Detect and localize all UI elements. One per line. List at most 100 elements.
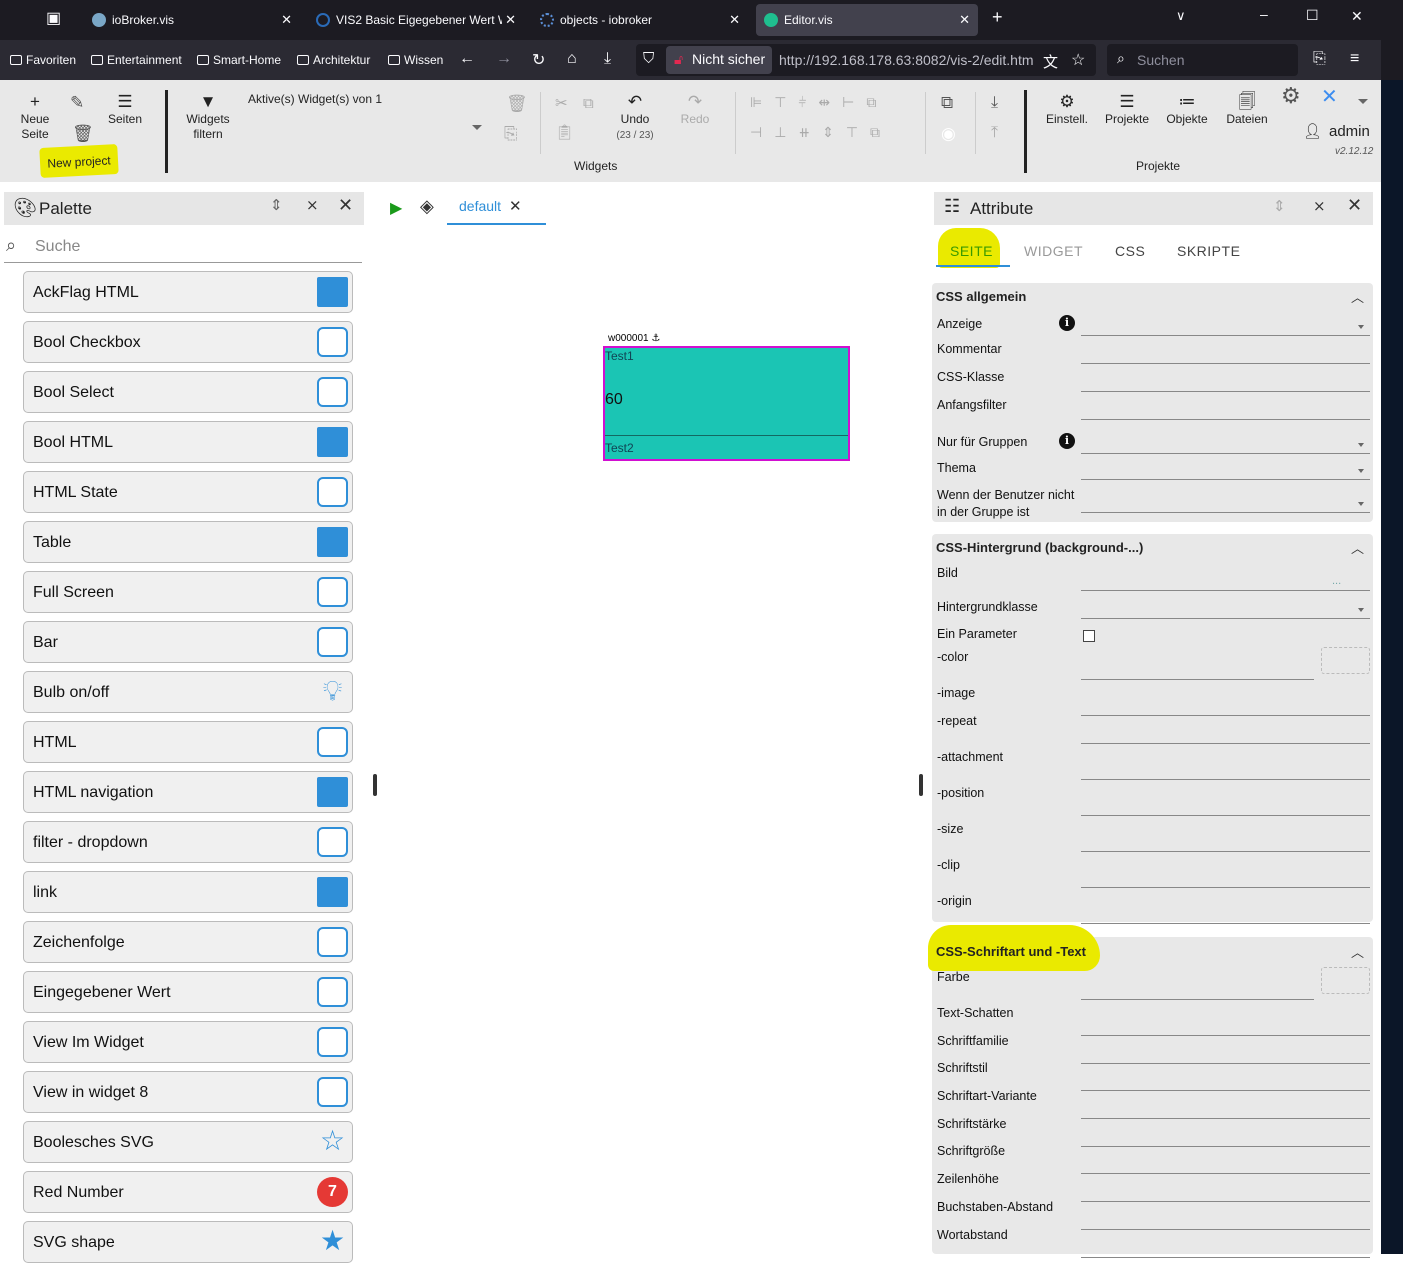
- field-input[interactable]: [1081, 1229, 1370, 1230]
- settings-button[interactable]: ⚙ Einstell.: [1042, 92, 1092, 127]
- expand-all-icon[interactable]: ⇕: [270, 196, 283, 214]
- user-name[interactable]: admin: [1329, 124, 1370, 139]
- close-tab-icon[interactable]: ✕: [505, 12, 516, 28]
- download-icon[interactable]: ⤓: [604, 50, 611, 68]
- bookmark[interactable]: Favoriten: [10, 53, 76, 67]
- field-input[interactable]: [1081, 1063, 1370, 1064]
- security-indicator[interactable]: 🔓︎ Nicht sicher: [666, 46, 772, 74]
- info-icon[interactable]: i: [1059, 433, 1075, 449]
- new-page-button[interactable]: + Neue Seite: [18, 92, 52, 142]
- browser-search-input[interactable]: ⌕ Suchen: [1107, 44, 1298, 76]
- dropdown-caret-icon[interactable]: [1358, 502, 1364, 506]
- dropdown-caret-icon[interactable]: [1358, 443, 1364, 447]
- tab-seite[interactable]: SEITE: [950, 243, 993, 259]
- palette-item[interactable]: Full Screen: [23, 571, 353, 613]
- palette-item[interactable]: Eingegebener Wert: [23, 971, 353, 1013]
- projects-button[interactable]: ☰ Projekte: [1101, 92, 1153, 127]
- close-tab-icon[interactable]: ✕: [729, 12, 740, 28]
- field-input[interactable]: [1081, 419, 1370, 420]
- browser-tab[interactable]: VIS2 Basic Eigegebener Wert W ✕: [308, 4, 524, 36]
- bookmark[interactable]: Architektur: [297, 53, 370, 67]
- field-input[interactable]: [1081, 743, 1370, 744]
- dropdown-caret-icon[interactable]: [1358, 608, 1364, 612]
- palette-item[interactable]: AckFlag HTML: [23, 271, 353, 313]
- new-tab-icon[interactable]: +: [992, 7, 1003, 28]
- window-close-icon[interactable]: ✕: [1351, 8, 1363, 25]
- collapse-section-icon[interactable]: ︿: [1351, 287, 1364, 306]
- objects-button[interactable]: ≔ Objekte: [1162, 92, 1212, 127]
- bookmark-star-icon[interactable]: ☆: [1071, 50, 1085, 70]
- field-input[interactable]: [1081, 363, 1370, 364]
- close-palette-icon[interactable]: ✕: [338, 195, 353, 216]
- field-input[interactable]: [1081, 887, 1370, 888]
- browser-tab-active[interactable]: Editor.vis ✕: [756, 4, 978, 36]
- edit-pencil-icon[interactable]: ✎: [70, 94, 84, 111]
- bookmark[interactable]: Wissen: [388, 53, 443, 67]
- new-project-label[interactable]: New project: [39, 143, 119, 179]
- close-editor-icon[interactable]: ✕: [1321, 87, 1338, 107]
- palette-item[interactable]: Bool Checkbox: [23, 321, 353, 363]
- more-dropdown[interactable]: [1358, 99, 1368, 104]
- field-input[interactable]: [1081, 590, 1370, 591]
- palette-search-input[interactable]: ⌕ Suche: [4, 232, 362, 263]
- back-icon[interactable]: ←: [459, 50, 475, 68]
- preview-eye-icon[interactable]: ◉: [941, 125, 956, 142]
- bookmark[interactable]: Smart-Home: [197, 53, 281, 67]
- field-input[interactable]: [1081, 999, 1314, 1000]
- palette-item[interactable]: HTML navigation: [23, 771, 353, 813]
- browse-button[interactable]: ...: [1332, 575, 1341, 587]
- field-input[interactable]: [1081, 1257, 1370, 1258]
- maximize-icon[interactable]: ☐: [1306, 7, 1319, 24]
- field-input[interactable]: [1081, 923, 1370, 924]
- extensions-icon[interactable]: ⎘: [1313, 50, 1326, 68]
- delete-widget-icon[interactable]: 🗑︎: [506, 95, 528, 112]
- files-button[interactable]: 🗐︎ Dateien: [1222, 92, 1272, 127]
- splitter-handle[interactable]: [919, 774, 923, 796]
- copy-widget-icon[interactable]: ⎘: [504, 125, 518, 142]
- close-tab-icon[interactable]: ✕: [281, 12, 292, 28]
- palette-item[interactable]: HTML State: [23, 471, 353, 513]
- pages-button[interactable]: ☰ Seiten: [104, 92, 146, 127]
- copy-icon[interactable]: ⧉: [583, 96, 594, 111]
- palette-item[interactable]: Red Number 7: [23, 1171, 353, 1213]
- palette-item[interactable]: Bulb on/off 💡︎: [23, 671, 353, 713]
- import-icon[interactable]: ⤓: [991, 95, 998, 111]
- translate-icon[interactable]: 文: [1043, 51, 1058, 72]
- field-input[interactable]: [1081, 1118, 1370, 1119]
- color-swatch[interactable]: [1321, 647, 1370, 674]
- palette-item[interactable]: Zeichenfolge: [23, 921, 353, 963]
- filter-widgets-button[interactable]: ▼ Widgets filtern: [182, 92, 234, 142]
- open-external-icon[interactable]: ⧉: [941, 94, 953, 111]
- palette-item[interactable]: SVG shape ★: [23, 1221, 353, 1263]
- layers-icon[interactable]: ◈: [420, 196, 434, 217]
- shield-icon[interactable]: ⛉: [643, 50, 654, 67]
- expand-all-icon[interactable]: ⇕: [1273, 197, 1286, 215]
- field-input[interactable]: [1081, 1090, 1370, 1091]
- tab-skripte[interactable]: SKRIPTE: [1177, 243, 1240, 259]
- palette-item[interactable]: link: [23, 871, 353, 913]
- collapse-all-icon[interactable]: ⨯: [1313, 197, 1326, 215]
- field-input[interactable]: [1081, 1146, 1370, 1147]
- play-icon[interactable]: ▶: [390, 198, 402, 218]
- reload-icon[interactable]: ↻: [532, 50, 545, 70]
- dropdown-caret-icon[interactable]: [1358, 325, 1364, 329]
- field-input[interactable]: [1081, 335, 1370, 336]
- theme-toggle-icon[interactable]: ⚙: [1281, 85, 1301, 107]
- field-input[interactable]: [1081, 618, 1370, 619]
- color-swatch[interactable]: [1321, 967, 1370, 994]
- browser-tab[interactable]: objects - iobroker ✕: [532, 4, 748, 36]
- field-input[interactable]: [1081, 851, 1370, 852]
- dropdown-caret-icon[interactable]: [1358, 469, 1364, 473]
- field-input[interactable]: [1081, 815, 1370, 816]
- close-tab-icon[interactable]: ✕: [959, 12, 970, 28]
- palette-item[interactable]: View Im Widget: [23, 1021, 353, 1063]
- browser-tab[interactable]: ioBroker.vis ✕: [84, 4, 300, 36]
- splitter-handle[interactable]: [373, 774, 377, 796]
- delete-trash-icon[interactable]: 🗑︎: [72, 125, 94, 142]
- field-input[interactable]: [1081, 679, 1314, 680]
- field-input[interactable]: [1081, 1035, 1370, 1036]
- cut-icon[interactable]: ✂: [555, 96, 568, 111]
- collapse-section-icon[interactable]: ︿: [1351, 942, 1364, 961]
- tab-widget[interactable]: WIDGET: [1024, 243, 1083, 259]
- home-icon[interactable]: ⌂: [567, 50, 577, 68]
